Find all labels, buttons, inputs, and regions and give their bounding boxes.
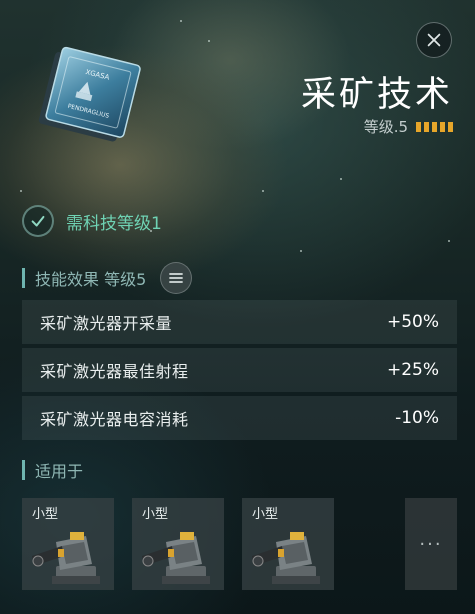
- level-pips: [416, 121, 453, 132]
- requirement-text: 需科技等级1: [66, 213, 162, 234]
- more-modules-button[interactable]: ···: [405, 498, 457, 590]
- module-card[interactable]: 小型: [132, 498, 224, 590]
- level-pip: [448, 121, 453, 132]
- applies-section-header: 适用于: [22, 458, 83, 482]
- close-button[interactable]: [416, 22, 452, 58]
- module-card[interactable]: 小型: [242, 498, 334, 590]
- level-pip: [416, 121, 421, 132]
- effect-value: +50%: [386, 312, 439, 332]
- requirement-row: 需科技等级1: [22, 205, 162, 237]
- check-icon: [31, 215, 45, 227]
- effect-name: 采矿激光器最佳射程: [40, 362, 189, 381]
- applies-section-title: 适用于: [35, 462, 84, 481]
- mining-laser-turret-icon: [32, 532, 100, 584]
- effect-value: +25%: [386, 360, 439, 380]
- effects-detail-button[interactable]: [160, 262, 193, 294]
- effect-row: 采矿激光器最佳射程 +25%: [22, 348, 457, 392]
- mining-laser-turret-icon: [142, 532, 210, 584]
- skill-level: 等级.5: [364, 116, 453, 137]
- level-pip: [440, 121, 445, 132]
- skill-title: 采矿技术: [300, 75, 453, 115]
- effect-value: -10%: [395, 408, 439, 428]
- effect-name: 采矿激光器电容消耗: [40, 410, 189, 429]
- effect-row: 采矿激光器开采量 +50%: [22, 300, 457, 344]
- section-accent-bar: [22, 460, 25, 480]
- section-accent-bar: [22, 268, 25, 288]
- skill-level-label: 等级.5: [363, 118, 408, 136]
- applies-cards: 小型 小型 小型: [22, 498, 352, 590]
- menu-icon: [169, 273, 184, 283]
- module-card[interactable]: 小型: [22, 498, 114, 590]
- mining-laser-turret-icon: [252, 532, 320, 584]
- requirement-status: [22, 205, 54, 237]
- effects-section-header: 技能效果 等级5: [22, 262, 193, 294]
- level-pip: [424, 121, 429, 132]
- skillbook-icon: XGASA PENDRAGLIUS: [38, 46, 141, 142]
- close-icon: [427, 33, 441, 47]
- level-pip: [432, 121, 437, 132]
- effect-row: 采矿激光器电容消耗 -10%: [22, 396, 457, 440]
- effect-name: 采矿激光器开采量: [40, 314, 173, 333]
- effects-list: 采矿激光器开采量 +50% 采矿激光器最佳射程 +25% 采矿激光器电容消耗 -…: [22, 300, 457, 444]
- effects-section-title: 技能效果 等级5: [35, 270, 147, 289]
